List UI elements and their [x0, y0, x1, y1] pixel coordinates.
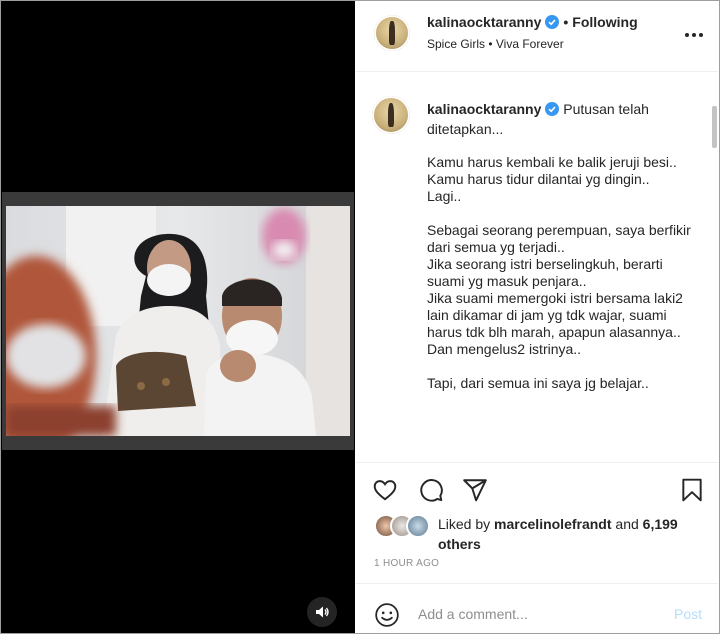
post-comment-button[interactable]: Post [674, 606, 702, 622]
audio-track-link[interactable]: Spice Girls • Viva Forever [427, 37, 564, 51]
caption-headline: kalinaocktaranny Putusan telah ditetapka… [427, 99, 697, 139]
caption-scrollbar[interactable] [712, 106, 717, 148]
emoji-icon[interactable] [374, 602, 400, 628]
verified-badge-icon [545, 15, 560, 29]
post-photo [6, 206, 350, 436]
likes-text: Liked by marcelinolefrandt and 6,199 oth… [438, 514, 708, 554]
caption-body: Kamu harus kembali ke balik jeruji besi.… [427, 154, 691, 391]
separator-dot: • [563, 14, 569, 30]
header-line: kalinaocktaranny • Following [427, 14, 638, 30]
heart-icon[interactable] [372, 477, 398, 503]
action-bar [356, 462, 718, 507]
comment-input[interactable]: Add a comment... [418, 606, 528, 622]
likes-and: and [615, 516, 639, 532]
likes-summary: Liked by marcelinolefrandt and 6,199 oth… [356, 506, 718, 554]
media-pane[interactable] [1, 1, 355, 633]
video-frame [2, 192, 354, 450]
photo-illustration [6, 206, 350, 436]
verified-badge-icon [545, 102, 560, 116]
caption-avatar[interactable] [372, 96, 410, 134]
following-button[interactable]: Following [572, 14, 637, 30]
speaker-icon [316, 606, 329, 618]
sound-toggle-button[interactable] [307, 597, 337, 627]
caption-scroll-area[interactable]: kalinaocktaranny Putusan telah ditetapka… [356, 72, 718, 462]
comment-icon[interactable] [418, 477, 444, 503]
liker-avatar[interactable] [406, 514, 430, 538]
liker-username[interactable]: marcelinolefrandt [494, 516, 611, 532]
post-details-pane: kalinaocktaranny • Following Spice Girls •… [356, 1, 718, 633]
comment-bar: Add a comment... Post [356, 583, 718, 634]
bookmark-icon[interactable] [679, 477, 705, 503]
post-timestamp[interactable]: 1 HOUR AGO [374, 558, 439, 569]
author-avatar[interactable] [374, 15, 410, 51]
post-header: kalinaocktaranny • Following Spice Girls •… [356, 1, 718, 72]
likes-prefix: Liked by [438, 516, 491, 532]
caption-username[interactable]: kalinaocktaranny [427, 101, 541, 117]
share-icon[interactable] [462, 477, 488, 503]
author-username[interactable]: kalinaocktaranny [427, 14, 541, 30]
more-options-icon[interactable] [682, 25, 706, 45]
